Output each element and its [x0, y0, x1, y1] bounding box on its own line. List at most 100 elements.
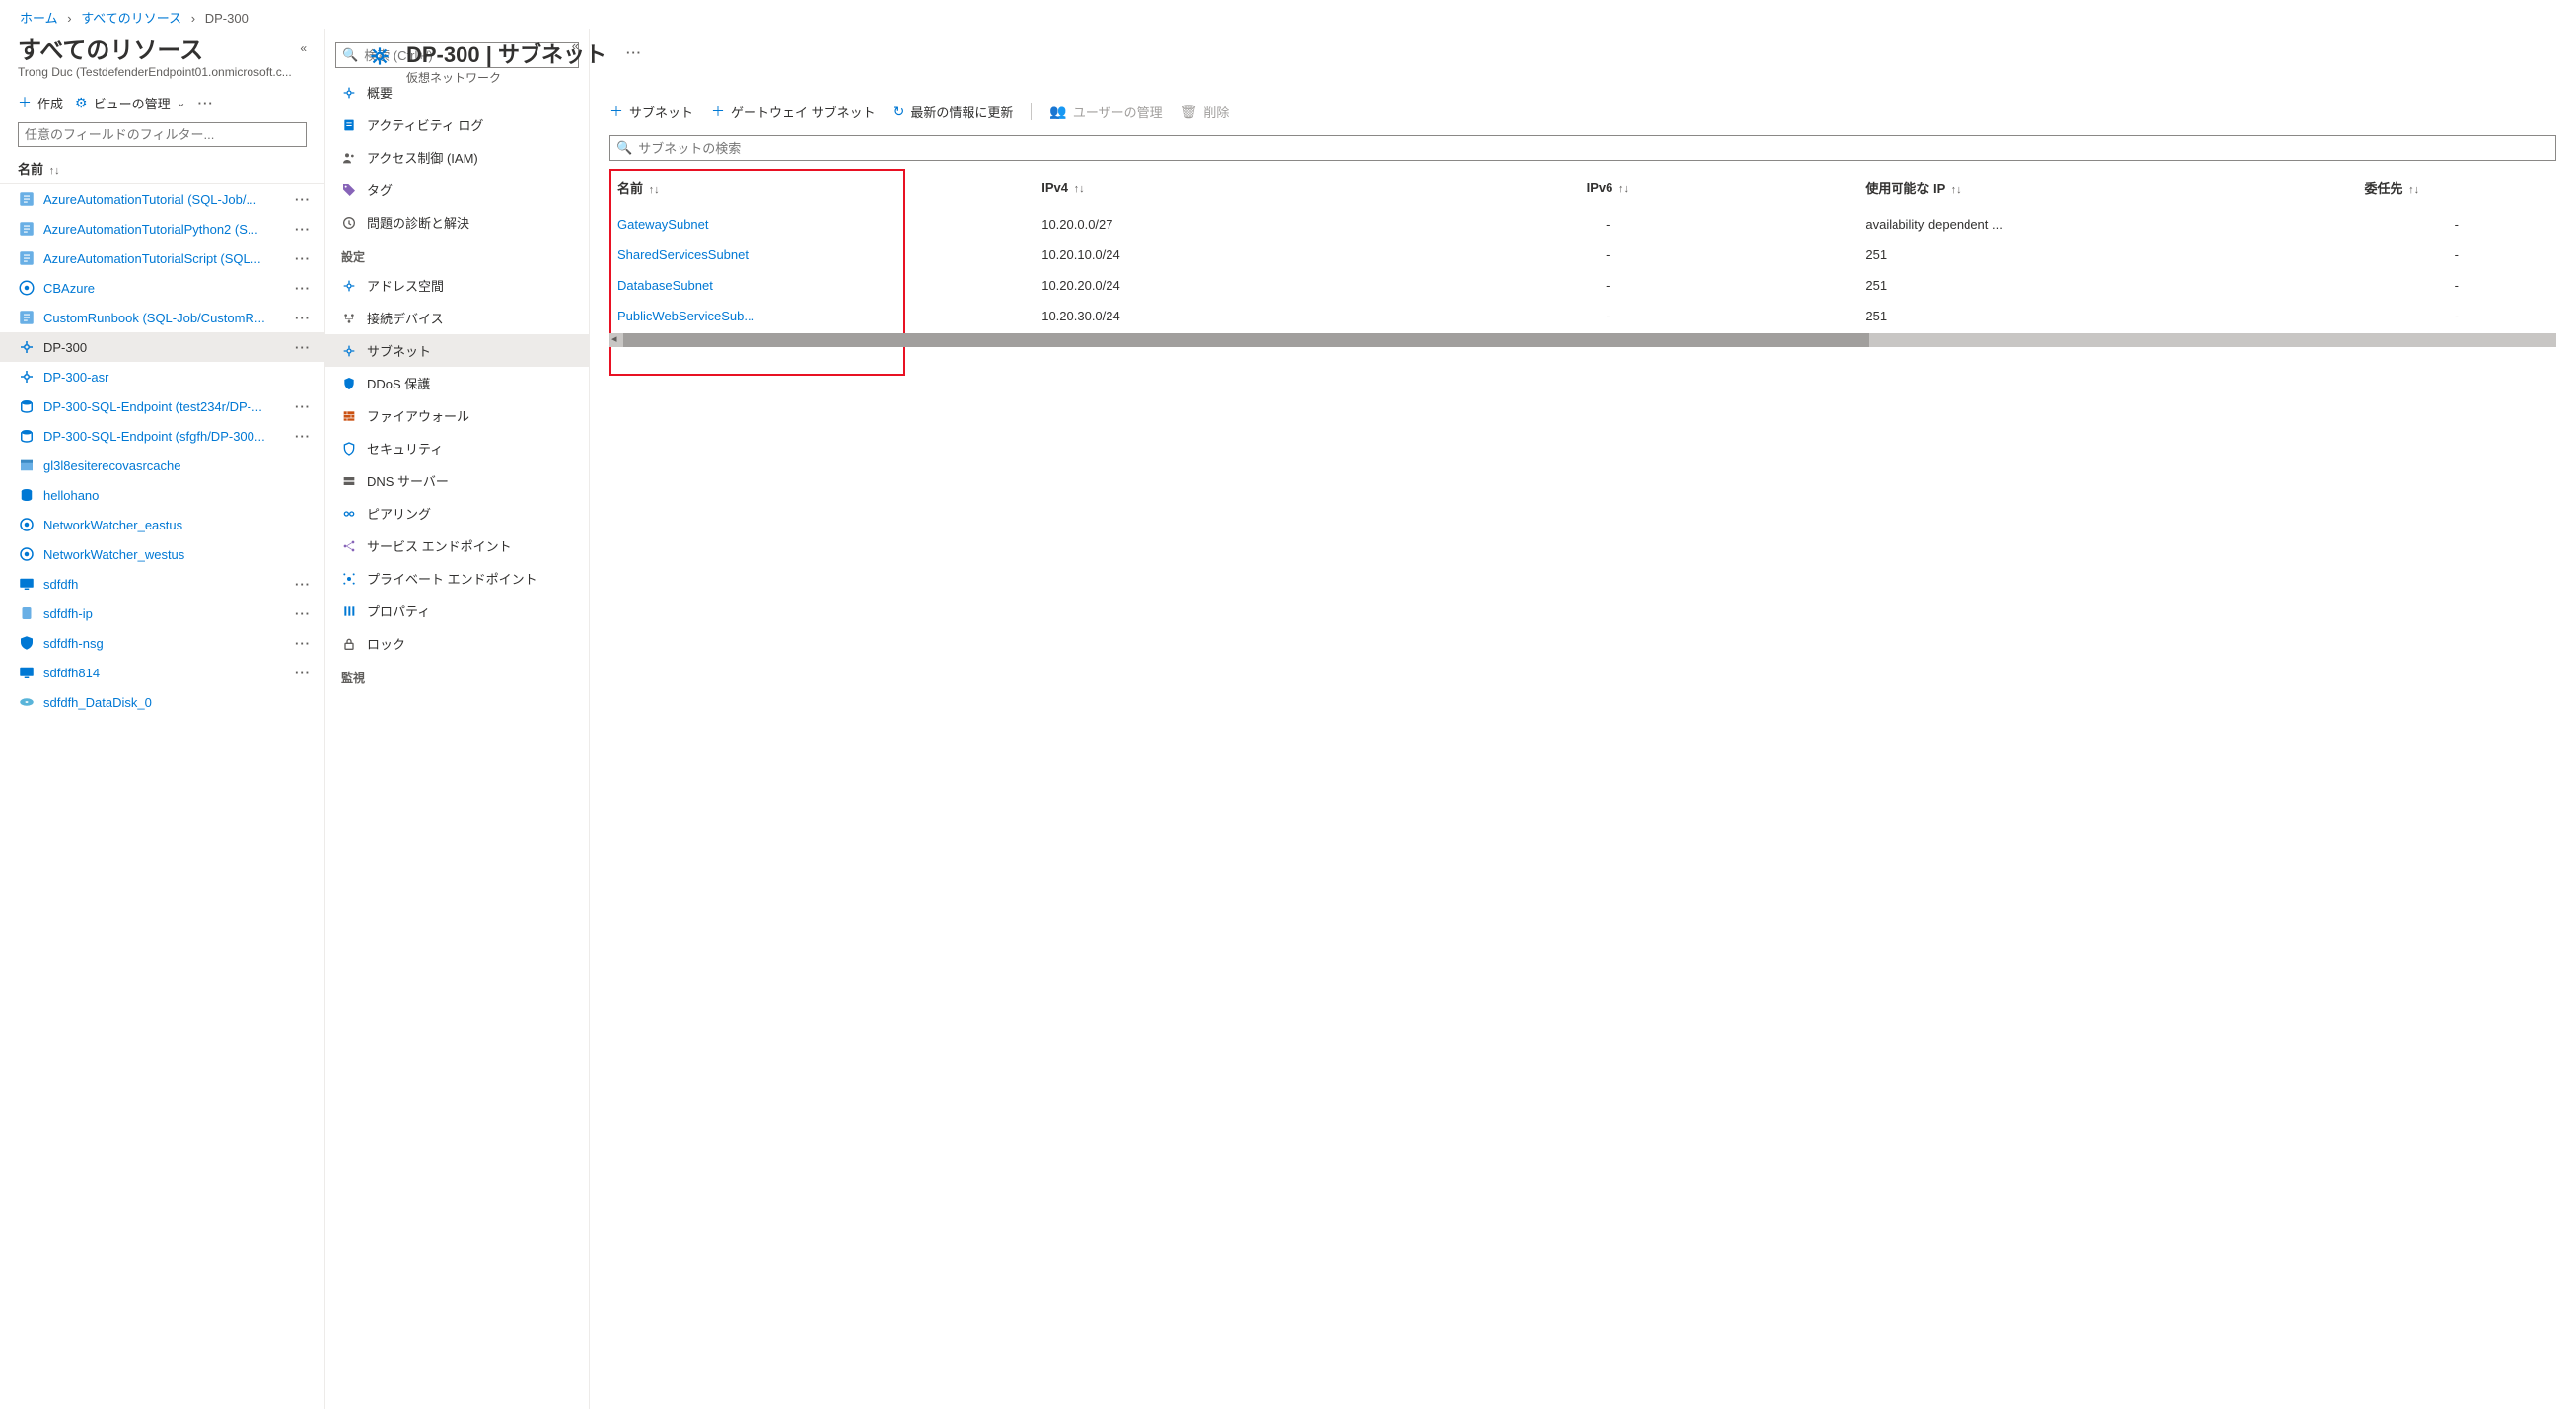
- nav-label: DDoS 保護: [367, 374, 430, 392]
- resource-item[interactable]: NetworkWatcher_eastus: [0, 510, 324, 539]
- name-column-header[interactable]: 名前 ↑↓: [0, 153, 324, 184]
- nav-item[interactable]: プライベート エンドポイント: [325, 562, 589, 595]
- resource-item[interactable]: DP-300-asr: [0, 362, 324, 391]
- diag-icon: [341, 215, 357, 231]
- breadcrumb-all-resources[interactable]: すべてのリソース: [81, 11, 181, 26]
- resource-item[interactable]: AzureAutomationTutorialScript (SQL...···: [0, 244, 324, 273]
- resource-label: DP-300-SQL-Endpoint (sfgfh/DP-300...: [43, 429, 287, 444]
- nav-item[interactable]: DDoS 保護: [325, 367, 589, 399]
- ip-icon: [18, 604, 36, 622]
- table-row[interactable]: PublicWebServiceSub...10.20.30.0/24-251-: [609, 301, 2556, 331]
- resource-item[interactable]: hellohano: [0, 480, 324, 510]
- manage-users-button: 👥 ユーザーの管理: [1049, 103, 1162, 121]
- table-row[interactable]: SharedServicesSubnet10.20.10.0/24-251-: [609, 240, 2556, 270]
- more-icon[interactable]: ···: [295, 577, 311, 592]
- nav-item[interactable]: DNS サーバー: [325, 464, 589, 497]
- more-icon[interactable]: ···: [295, 311, 311, 325]
- resource-item[interactable]: DP-300-SQL-Endpoint (sfgfh/DP-300... ···: [0, 421, 324, 451]
- nav-item[interactable]: 接続デバイス: [325, 302, 589, 334]
- more-icon[interactable]: ···: [295, 666, 311, 680]
- filter-input-wrap[interactable]: [18, 122, 307, 147]
- resource-item[interactable]: sdfdfh···: [0, 569, 324, 599]
- col-delegation[interactable]: 委任先 ↑↓: [2357, 169, 2557, 209]
- nav-label: ピアリング: [367, 504, 431, 523]
- vnet-icon: [341, 343, 357, 359]
- more-icon[interactable]: ···: [295, 192, 311, 207]
- nav-section-settings: 設定: [325, 239, 589, 269]
- nav-item[interactable]: アクティビティ ログ: [325, 108, 589, 141]
- subnet-link[interactable]: GatewaySubnet: [617, 217, 709, 232]
- nav-item[interactable]: プロパティ: [325, 595, 589, 627]
- filter-input[interactable]: [25, 127, 300, 142]
- nav-item[interactable]: タグ: [325, 174, 589, 206]
- manage-view-button[interactable]: ⚙ ビューの管理 ⌄: [75, 94, 186, 112]
- add-subnet-button[interactable]: ＋ サブネット: [609, 102, 693, 121]
- table-row[interactable]: GatewaySubnet10.20.0.0/27-availability d…: [609, 209, 2556, 240]
- table-row[interactable]: DatabaseSubnet10.20.20.0/24-251-: [609, 270, 2556, 301]
- resource-item[interactable]: NetworkWatcher_westus: [0, 539, 324, 569]
- nav-item[interactable]: ファイアウォール: [325, 399, 589, 432]
- peering-icon: [341, 506, 357, 522]
- runbook-icon: [18, 309, 36, 326]
- collapse-panel-icon[interactable]: «: [300, 41, 307, 55]
- nav-item[interactable]: アドレス空間: [325, 269, 589, 302]
- subnet-table-wrap: 名前 ↑↓ IPv4 ↑↓ IPv6 ↑↓ 使用可能な IP ↑↓ 委任先 ↑↓…: [609, 169, 2556, 347]
- more-icon[interactable]: ···: [295, 429, 311, 444]
- more-icon[interactable]: ···: [295, 399, 311, 414]
- nav-item[interactable]: サブネット: [325, 334, 589, 367]
- create-button[interactable]: ＋ 作成: [18, 93, 63, 112]
- add-gateway-subnet-button[interactable]: ＋ ゲートウェイ サブネット: [711, 102, 876, 121]
- breadcrumb-home[interactable]: ホーム: [20, 11, 58, 26]
- subnet-table: 名前 ↑↓ IPv4 ↑↓ IPv6 ↑↓ 使用可能な IP ↑↓ 委任先 ↑↓…: [609, 169, 2556, 331]
- col-name[interactable]: 名前 ↑↓: [609, 169, 1034, 209]
- refresh-button[interactable]: ↻ 最新の情報に更新: [894, 103, 1014, 121]
- more-icon[interactable]: ···: [295, 251, 311, 266]
- nav-item[interactable]: セキュリティ: [325, 432, 589, 464]
- resource-item[interactable]: AzureAutomationTutorial (SQL-Job/...···: [0, 184, 324, 214]
- subnet-search-input[interactable]: [638, 141, 2549, 156]
- col-ipv6[interactable]: IPv6 ↑↓: [1358, 169, 1857, 209]
- nav-item[interactable]: アクセス制御 (IAM): [325, 141, 589, 174]
- subnet-link[interactable]: PublicWebServiceSub...: [617, 309, 754, 323]
- nav-item[interactable]: サービス エンドポイント: [325, 529, 589, 562]
- subnet-search-wrap[interactable]: 🔍: [609, 135, 2556, 161]
- resource-label: sdfdfh_DataDisk_0: [43, 695, 311, 710]
- nav-item[interactable]: ピアリング: [325, 497, 589, 529]
- resource-item[interactable]: sdfdfh-nsg···: [0, 628, 324, 658]
- more-icon[interactable]: ···: [295, 636, 311, 651]
- nav-item[interactable]: ロック: [325, 627, 589, 660]
- more-icon[interactable]: ···: [295, 281, 311, 296]
- col-ipv4[interactable]: IPv4 ↑↓: [1034, 169, 1358, 209]
- nav-item[interactable]: 問題の診断と解決: [325, 206, 589, 239]
- resource-item[interactable]: CustomRunbook (SQL-Job/CustomR...···: [0, 303, 324, 332]
- col-available[interactable]: 使用可能な IP ↑↓: [1857, 169, 2356, 209]
- resource-item[interactable]: AzureAutomationTutorialPython2 (S...···: [0, 214, 324, 244]
- resource-item[interactable]: DP-300-SQL-Endpoint (test234r/DP-...···: [0, 391, 324, 421]
- vm-icon: [18, 575, 36, 593]
- blade-more-button[interactable]: ···: [626, 45, 642, 60]
- resource-item[interactable]: CBAzure···: [0, 273, 324, 303]
- search-icon: 🔍: [616, 140, 632, 156]
- resource-item[interactable]: gl3l8esiterecovasrcache: [0, 451, 324, 480]
- resource-item[interactable]: sdfdfh814···: [0, 658, 324, 687]
- cell-delegation: -: [2357, 301, 2557, 331]
- more-icon[interactable]: ···: [295, 340, 311, 355]
- resource-label: gl3l8esiterecovasrcache: [43, 458, 311, 473]
- runbook-icon: [18, 220, 36, 238]
- divider: [1031, 103, 1032, 120]
- subnet-link[interactable]: SharedServicesSubnet: [617, 247, 749, 262]
- horizontal-scrollbar[interactable]: [609, 333, 2556, 347]
- vnet-icon: [341, 278, 357, 294]
- resource-label: sdfdfh-ip: [43, 606, 287, 621]
- resource-item[interactable]: sdfdfh-ip ···: [0, 599, 324, 628]
- cell-ipv6: -: [1358, 301, 1857, 331]
- content-area: DP-300 | サブネット 仮想ネットワーク ··· ＋ サブネット ＋ ゲー…: [590, 29, 2576, 1409]
- subnet-link[interactable]: DatabaseSubnet: [617, 278, 713, 293]
- resource-item[interactable]: DP-300···: [0, 332, 324, 362]
- more-icon[interactable]: ···: [295, 222, 311, 237]
- vm-icon: [18, 664, 36, 681]
- more-commands-button[interactable]: ···: [198, 96, 214, 110]
- resource-item[interactable]: sdfdfh_DataDisk_0: [0, 687, 324, 717]
- sqlpe-icon: [18, 427, 36, 445]
- more-icon[interactable]: ···: [295, 606, 311, 621]
